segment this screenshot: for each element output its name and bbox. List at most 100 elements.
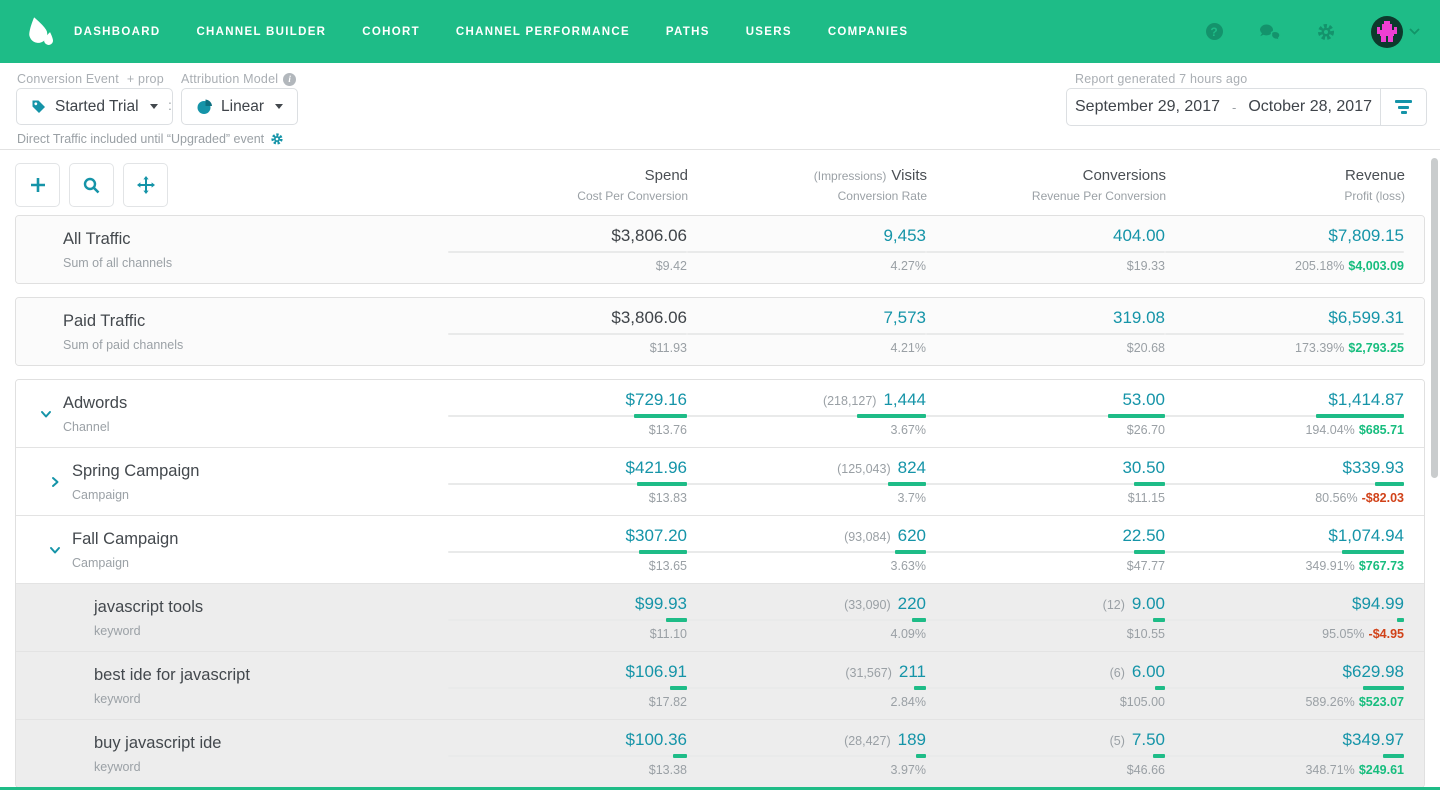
metric-bar	[687, 551, 926, 553]
metric-value[interactable]: 1,444	[883, 390, 926, 410]
chevron-down-icon[interactable]	[49, 544, 63, 556]
metric-value[interactable]: 319.08	[1113, 308, 1165, 328]
metric-value[interactable]: 211	[899, 662, 926, 682]
metric-sub: 3.67%	[687, 423, 926, 437]
metric-value[interactable]: $7,809.15	[1328, 226, 1404, 246]
profit-value: $685.71	[1359, 423, 1404, 437]
nav-item-channel-performance[interactable]: CHANNEL PERFORMANCE	[456, 26, 630, 38]
metric-value[interactable]: $421.96	[626, 458, 687, 478]
search-button[interactable]	[69, 163, 114, 207]
metric-sub: $11.10	[448, 627, 687, 641]
table-row-all-traffic[interactable]: All Traffic Sum of all channels $3,806.0…	[16, 216, 1424, 283]
metric-value[interactable]: 53.00	[1122, 390, 1165, 410]
metric-value[interactable]: 7.50	[1132, 730, 1165, 750]
chevron-down-icon[interactable]	[40, 408, 54, 420]
column-header-conversions: ConversionsRevenue Per Conversion	[927, 167, 1166, 203]
profit-value: $4,003.09	[1348, 259, 1404, 273]
add-prop-button[interactable]: + prop	[127, 72, 164, 86]
metric-value[interactable]: $629.98	[1343, 662, 1404, 682]
summary-card: Paid Traffic Sum of paid channels $3,806…	[15, 297, 1425, 366]
chevron-right-icon[interactable]	[49, 476, 63, 488]
metric-value[interactable]: 824	[898, 458, 926, 478]
row-type: Sum of all channels	[63, 256, 172, 270]
metric-cell-spend: $3,806.06$11.93	[448, 298, 687, 365]
metric-cell-visits: (33,090) 220 4.09%	[687, 584, 926, 651]
summary-card: All Traffic Sum of all channels $3,806.0…	[15, 215, 1425, 284]
metric-value[interactable]: $106.91	[626, 662, 687, 682]
metric-sub: $9.42	[448, 259, 687, 273]
metric-value[interactable]: $349.97	[1343, 730, 1404, 750]
metric-value[interactable]: $6,599.31	[1328, 308, 1404, 328]
column-header-revenue: RevenueProfit (loss)	[1166, 167, 1405, 203]
metric-value[interactable]: 22.50	[1122, 526, 1165, 546]
table-row-adwords[interactable]: Adwords Channel $729.16$13.76(218,127)1,…	[16, 380, 1424, 447]
date-presets-button[interactable]	[1380, 89, 1426, 125]
nav-item-dashboard[interactable]: DASHBOARD	[74, 26, 160, 38]
prefix-value: (93,084)	[844, 530, 891, 544]
table-row-best-ide-for-javascript[interactable]: best ide for javascript keyword $106.91$…	[16, 651, 1424, 719]
metric-sub: 80.56%-$82.03	[1165, 491, 1404, 505]
vertical-scrollbar[interactable]	[1431, 158, 1438, 478]
metric-value[interactable]: $729.16	[626, 390, 687, 410]
metric-sub: 4.21%	[687, 341, 926, 355]
metric-value[interactable]: 404.00	[1113, 226, 1165, 246]
metric-value[interactable]: 30.50	[1122, 458, 1165, 478]
help-icon[interactable]: ?	[1203, 21, 1225, 43]
info-icon[interactable]: i	[283, 73, 296, 86]
metric-value[interactable]: $339.93	[1343, 458, 1404, 478]
profit-value: -$4.95	[1369, 627, 1404, 641]
nav-item-users[interactable]: USERS	[746, 26, 792, 38]
metric-bar	[687, 333, 926, 335]
prefix-value: (125,043)	[837, 462, 891, 476]
metric-cell-revenue: $1,074.94349.91%$767.73	[1165, 516, 1404, 583]
table-row-fall-campaign[interactable]: Fall Campaign Campaign $307.20$13.65(93,…	[16, 515, 1424, 583]
metric-value[interactable]: $307.20	[626, 526, 687, 546]
metric-value[interactable]: 6.00	[1132, 662, 1165, 682]
nav-item-channel-builder[interactable]: CHANNEL BUILDER	[196, 26, 326, 38]
metric-value[interactable]: 7,573	[883, 308, 926, 328]
move-button[interactable]	[123, 163, 168, 207]
add-channel-button[interactable]	[15, 163, 60, 207]
metric-value[interactable]: $94.99	[1352, 594, 1404, 614]
metric-value[interactable]: 9.00	[1132, 594, 1165, 614]
metric-value[interactable]: 9,453	[883, 226, 926, 246]
metric-sub: $11.93	[448, 341, 687, 355]
metric-sub: 4.09%	[687, 627, 926, 641]
table-row-spring-campaign[interactable]: Spring Campaign Campaign $421.96$13.83(1…	[16, 447, 1424, 515]
nav-item-paths[interactable]: PATHS	[666, 26, 710, 38]
metric-sub: 589.26%$523.07	[1165, 695, 1404, 709]
metric-value[interactable]: $99.93	[635, 594, 687, 614]
settings-gear-icon[interactable]	[1315, 21, 1337, 43]
table-row-buy-javascript-ide[interactable]: buy javascript ide keyword $100.36$13.38…	[16, 719, 1424, 787]
row-title: Adwords	[63, 394, 127, 413]
nav-item-companies[interactable]: COMPANIES	[828, 26, 909, 38]
column-header-spend: SpendCost Per Conversion	[449, 167, 688, 203]
metric-cell-spend: $421.96$13.83	[448, 448, 687, 515]
conversion-event-dropdown[interactable]: Started Trial	[16, 88, 173, 125]
attribution-model-dropdown[interactable]: Linear	[181, 88, 298, 125]
metric-sub: 173.39%$2,793.25	[1165, 341, 1404, 355]
nav-item-cohort[interactable]: COHORT	[362, 26, 420, 38]
metric-value[interactable]: $100.36	[626, 730, 687, 750]
metric-sub: 4.27%	[687, 259, 926, 273]
table-row-javascript-tools[interactable]: javascript tools keyword $99.93$11.10(33…	[16, 583, 1424, 651]
metric-bar	[926, 551, 1165, 553]
metric-sub: $19.33	[926, 259, 1165, 273]
metric-value[interactable]: 620	[898, 526, 926, 546]
metric-bar	[926, 687, 1165, 689]
table-row-paid-traffic[interactable]: Paid Traffic Sum of paid channels $3,806…	[16, 298, 1424, 365]
metric-cell-conversions: 22.50$47.77	[926, 516, 1165, 583]
prefix-value: (33,090)	[844, 598, 891, 612]
metric-bar	[1165, 333, 1404, 335]
metric-value[interactable]: 189	[898, 730, 926, 750]
row-title: All Traffic	[63, 230, 172, 249]
metric-value[interactable]: $1,414.87	[1328, 390, 1404, 410]
date-range-picker[interactable]: September 29, 2017 - October 28, 2017	[1066, 88, 1427, 126]
chat-icon[interactable]	[1259, 21, 1281, 43]
metric-value[interactable]: 220	[898, 594, 926, 614]
note-settings-gear-icon[interactable]	[270, 132, 284, 146]
metric-cell-conversions: (5)7.50$46.66	[926, 720, 1165, 787]
attribution-logo-icon[interactable]	[20, 12, 60, 52]
metric-value[interactable]: $1,074.94	[1328, 526, 1404, 546]
user-menu[interactable]	[1371, 16, 1420, 48]
